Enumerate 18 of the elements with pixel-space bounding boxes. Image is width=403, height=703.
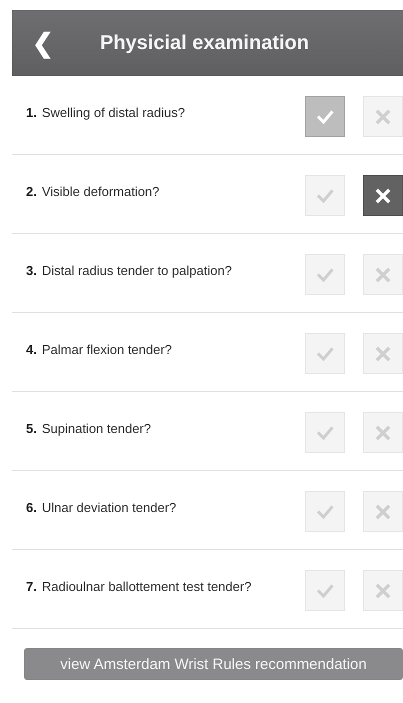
recommendation-button[interactable]: view Amsterdam Wrist Rules recommendation bbox=[24, 648, 403, 680]
question-text: Palmar flexion tender? bbox=[42, 342, 173, 357]
no-button[interactable] bbox=[363, 175, 403, 216]
question-number: 3. bbox=[26, 263, 37, 278]
question-text: Ulnar deviation tender? bbox=[42, 500, 178, 515]
question-number: 2. bbox=[26, 184, 37, 199]
question-number: 5. bbox=[26, 421, 37, 436]
question-text: Swelling of distal radius? bbox=[42, 105, 186, 120]
question-number: 6. bbox=[26, 500, 37, 515]
question-text: Visible deformation? bbox=[42, 184, 160, 199]
screen-title: Physicial examination bbox=[100, 32, 309, 54]
question-text: Distal radius tender to palpation? bbox=[42, 263, 233, 278]
question-text: Radioulnar ballottement test tender? bbox=[42, 579, 252, 594]
question-number: 7. bbox=[26, 579, 37, 594]
question-number: 4. bbox=[26, 342, 37, 357]
question-text: Supination tender? bbox=[42, 421, 152, 436]
question-number: 1. bbox=[26, 105, 37, 120]
yes-button[interactable] bbox=[305, 96, 345, 137]
